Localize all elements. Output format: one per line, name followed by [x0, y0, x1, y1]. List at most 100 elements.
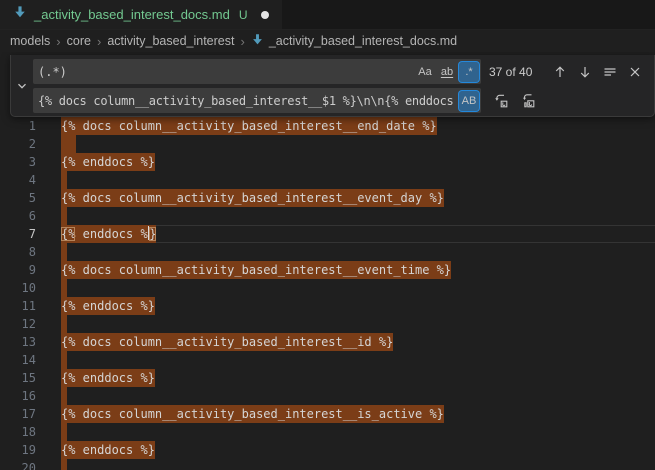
empty-match-highlight	[61, 387, 67, 405]
line-text	[61, 243, 655, 261]
line-number[interactable]: 15	[0, 369, 36, 387]
code-line-19[interactable]: 19 {% enddocs %}	[0, 441, 655, 459]
code-line-12[interactable]: 12	[0, 315, 655, 333]
empty-match-highlight	[61, 315, 67, 333]
empty-match-highlight	[61, 171, 67, 189]
code-line-2[interactable]: 2	[0, 135, 655, 153]
line-number[interactable]: 8	[0, 243, 36, 261]
line-number[interactable]: 18	[0, 423, 36, 441]
line-text	[61, 135, 655, 153]
code-line-14[interactable]: 14	[0, 351, 655, 369]
line-number[interactable]: 16	[0, 387, 36, 405]
line-number[interactable]: 7	[0, 225, 36, 243]
find-replace-widget: (.*) Aa ab .* 37 of 40	[10, 55, 655, 117]
whole-word-button[interactable]: ab	[437, 62, 457, 82]
close-icon[interactable]	[624, 61, 645, 82]
code-line-4[interactable]: 4	[0, 171, 655, 189]
tab-title: _activity_based_interest_docs.md	[34, 7, 230, 22]
chevron-right-icon: ›	[97, 34, 101, 49]
line-text: {% enddocs %}	[61, 153, 655, 171]
replace-value: {% docs column__activity_based_interest_…	[33, 94, 459, 108]
line-number[interactable]: 20	[0, 459, 36, 470]
code-line-3[interactable]: 3 {% enddocs %}	[0, 153, 655, 171]
line-number[interactable]: 6	[0, 207, 36, 225]
find-match-highlight: {% enddocs %}	[61, 153, 155, 171]
code-line-6[interactable]: 6	[0, 207, 655, 225]
find-match-highlight: {% docs column__activity_based_interest_…	[61, 405, 444, 423]
next-match-button[interactable]	[574, 61, 595, 82]
preserve-case-button[interactable]: AB	[459, 91, 479, 111]
code-line-1[interactable]: 1{% docs column__activity_based_interest…	[0, 117, 655, 135]
line-text	[61, 315, 655, 333]
empty-match-highlight	[61, 423, 67, 441]
breadcrumb: models › core › activity_based_interest …	[0, 30, 655, 52]
line-text	[61, 279, 655, 297]
empty-match-highlight	[61, 459, 67, 470]
line-number[interactable]: 14	[0, 351, 36, 369]
line-number[interactable]: 1	[0, 117, 36, 135]
breadcrumb-item-models[interactable]: models	[10, 34, 50, 48]
line-number[interactable]: 9	[0, 261, 36, 279]
code-line-5[interactable]: 5 {% docs column__activity_based_interest…	[0, 189, 655, 207]
empty-match-highlight	[61, 135, 76, 153]
code-line-15[interactable]: 15 {% enddocs %}	[0, 369, 655, 387]
find-match-highlight: {% enddocs %}	[61, 297, 155, 315]
code-line-9[interactable]: 9 {% docs column__activity_based_interest…	[0, 261, 655, 279]
git-untracked-badge: U	[239, 8, 248, 22]
line-number[interactable]: 17	[0, 405, 36, 423]
line-number[interactable]: 5	[0, 189, 36, 207]
previous-match-button[interactable]	[549, 61, 570, 82]
line-number[interactable]: 13	[0, 333, 36, 351]
regex-button[interactable]: .*	[459, 62, 479, 82]
find-query: (.*)	[33, 65, 415, 79]
line-text: {% enddocs %}	[61, 441, 655, 459]
find-input[interactable]: (.*) Aa ab .*	[33, 59, 481, 84]
breadcrumb-item-activity-based-interest[interactable]: activity_based_interest	[107, 34, 234, 48]
code-line-20[interactable]: 20	[0, 459, 655, 470]
line-text: {% enddocs %}	[61, 297, 655, 315]
line-number[interactable]: 10	[0, 279, 36, 297]
line-text	[61, 459, 655, 470]
empty-match-highlight	[61, 279, 67, 297]
chevron-right-icon: ›	[240, 34, 244, 49]
code-line-11[interactable]: 11 {% enddocs %}	[0, 297, 655, 315]
code-line-7[interactable]: 7 {% enddocs %}	[0, 225, 655, 243]
find-in-selection-button[interactable]	[599, 61, 620, 82]
find-match-highlight: {% enddocs %}	[61, 225, 156, 243]
code-line-17[interactable]: 17 {% docs column__activity_based_interes…	[0, 405, 655, 423]
replace-row: {% docs column__activity_based_interest_…	[33, 88, 649, 113]
line-number[interactable]: 19	[0, 441, 36, 459]
code-line-13[interactable]: 13 {% docs column__activity_based_interes…	[0, 333, 655, 351]
line-text: {% docs column__activity_based_interest_…	[61, 189, 655, 207]
empty-match-highlight	[61, 207, 67, 225]
line-number[interactable]: 12	[0, 315, 36, 333]
markdown-file-icon	[13, 5, 27, 24]
tab-bar: _activity_based_interest_docs.md U	[0, 0, 655, 30]
markdown-file-icon	[251, 33, 264, 49]
line-text	[61, 351, 655, 369]
line-text: {% enddocs %}	[61, 225, 655, 243]
find-match-highlight: {% enddocs %}	[61, 369, 155, 387]
breadcrumb-item-core[interactable]: core	[67, 34, 91, 48]
line-number[interactable]: 11	[0, 297, 36, 315]
toggle-replace-button[interactable]	[11, 55, 33, 116]
unsaved-changes-indicator[interactable]	[261, 11, 269, 19]
line-text: {% enddocs %}	[61, 369, 655, 387]
replace-input[interactable]: {% docs column__activity_based_interest_…	[33, 88, 481, 113]
tab-active-file[interactable]: _activity_based_interest_docs.md U	[0, 0, 282, 29]
line-number[interactable]: 2	[0, 135, 36, 153]
line-number[interactable]: 4	[0, 171, 36, 189]
chevron-right-icon: ›	[56, 34, 60, 49]
breadcrumb-item-file[interactable]: _activity_based_interest_docs.md	[251, 33, 457, 49]
code-line-8[interactable]: 8	[0, 243, 655, 261]
code-line-16[interactable]: 16	[0, 387, 655, 405]
match-case-button[interactable]: Aa	[415, 62, 435, 82]
line-number[interactable]: 3	[0, 153, 36, 171]
replace-button[interactable]	[490, 90, 511, 111]
replace-all-button[interactable]	[517, 90, 538, 111]
line-text: {% docs column__activity_based_interest_…	[61, 333, 655, 351]
code-line-10[interactable]: 10	[0, 279, 655, 297]
find-row: (.*) Aa ab .* 37 of 40	[33, 59, 649, 84]
line-text: {% docs column__activity_based_interest_…	[61, 261, 655, 279]
code-line-18[interactable]: 18	[0, 423, 655, 441]
